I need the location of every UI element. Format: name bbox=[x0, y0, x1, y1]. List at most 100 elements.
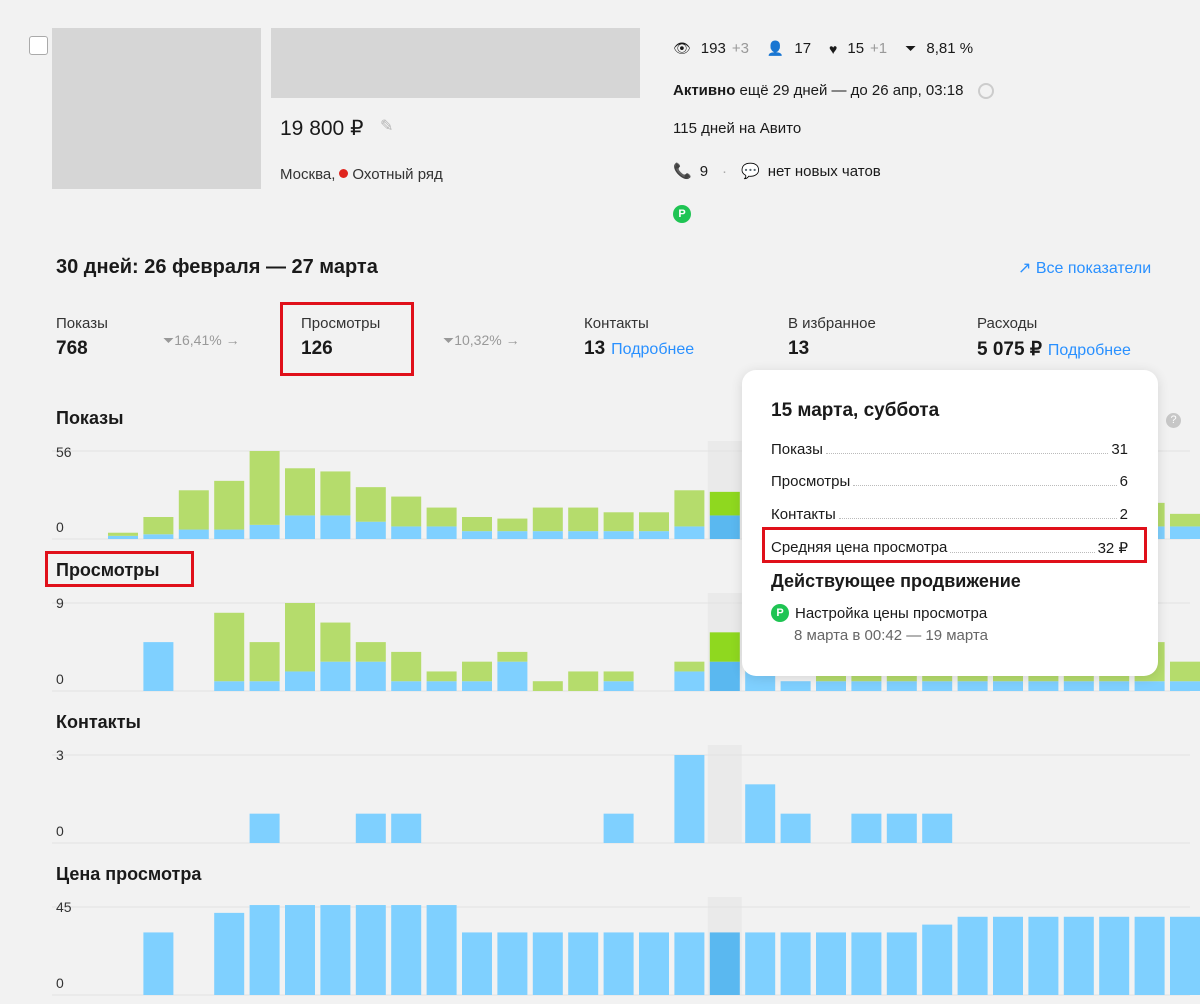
bar[interactable] bbox=[1099, 916, 1130, 995]
bar[interactable] bbox=[143, 642, 174, 691]
bar[interactable] bbox=[1170, 526, 1200, 539]
bar[interactable] bbox=[922, 924, 953, 995]
bar[interactable] bbox=[674, 671, 705, 691]
bar[interactable] bbox=[709, 491, 740, 516]
bar[interactable] bbox=[568, 932, 599, 995]
bar[interactable] bbox=[674, 932, 705, 995]
bar[interactable] bbox=[108, 535, 138, 539]
bar[interactable] bbox=[709, 932, 740, 995]
bar[interactable] bbox=[426, 526, 457, 539]
bar[interactable] bbox=[532, 507, 563, 532]
bar[interactable] bbox=[497, 651, 528, 662]
bar[interactable] bbox=[249, 524, 280, 539]
bar[interactable] bbox=[639, 531, 669, 539]
bar[interactable] bbox=[143, 534, 174, 539]
bar[interactable] bbox=[391, 651, 422, 682]
bar[interactable] bbox=[922, 813, 953, 843]
bar[interactable] bbox=[568, 671, 599, 691]
bar[interactable] bbox=[143, 932, 174, 995]
bar[interactable] bbox=[851, 681, 882, 691]
bar[interactable] bbox=[993, 681, 1023, 691]
bar[interactable] bbox=[355, 905, 386, 995]
bar[interactable] bbox=[1134, 681, 1165, 691]
bar[interactable] bbox=[957, 916, 988, 995]
bar[interactable] bbox=[355, 487, 386, 522]
bar[interactable] bbox=[816, 932, 846, 995]
bar[interactable] bbox=[355, 661, 386, 691]
bar[interactable] bbox=[674, 490, 705, 527]
bar[interactable] bbox=[285, 515, 315, 539]
bar[interactable] bbox=[957, 681, 988, 691]
bar[interactable] bbox=[603, 681, 634, 691]
bar[interactable] bbox=[603, 512, 634, 532]
bar[interactable] bbox=[709, 515, 740, 539]
bar[interactable] bbox=[922, 681, 953, 691]
bar[interactable] bbox=[1170, 916, 1200, 995]
bar[interactable] bbox=[391, 496, 422, 527]
bar[interactable] bbox=[532, 681, 563, 691]
bar[interactable] bbox=[780, 813, 811, 843]
bar[interactable] bbox=[674, 526, 705, 539]
bar[interactable] bbox=[639, 512, 669, 532]
bar[interactable] bbox=[639, 932, 669, 995]
bar[interactable] bbox=[1063, 916, 1094, 995]
bar[interactable] bbox=[320, 905, 351, 995]
bar[interactable] bbox=[497, 531, 528, 539]
bar[interactable] bbox=[462, 517, 492, 532]
bar[interactable] bbox=[214, 912, 245, 995]
bar[interactable] bbox=[993, 916, 1023, 995]
bar[interactable] bbox=[426, 905, 457, 995]
bar[interactable] bbox=[568, 507, 599, 532]
bar[interactable] bbox=[1170, 513, 1200, 527]
bar[interactable] bbox=[320, 471, 351, 516]
bar[interactable] bbox=[285, 671, 315, 691]
bar[interactable] bbox=[426, 681, 457, 691]
bar[interactable] bbox=[320, 661, 351, 691]
bar[interactable] bbox=[108, 532, 138, 536]
bar[interactable] bbox=[851, 932, 882, 995]
bar[interactable] bbox=[886, 681, 917, 691]
bar[interactable] bbox=[603, 932, 634, 995]
bar[interactable] bbox=[249, 813, 280, 843]
bar[interactable] bbox=[320, 515, 351, 539]
bar[interactable] bbox=[1170, 681, 1200, 691]
bar[interactable] bbox=[886, 813, 917, 843]
bar[interactable] bbox=[178, 490, 209, 530]
bar[interactable] bbox=[143, 517, 174, 535]
bar[interactable] bbox=[391, 681, 422, 691]
bar[interactable] bbox=[249, 642, 280, 682]
bar[interactable] bbox=[214, 681, 245, 691]
bar[interactable] bbox=[497, 518, 528, 532]
bar[interactable] bbox=[426, 507, 457, 527]
bar[interactable] bbox=[780, 932, 811, 995]
bar[interactable] bbox=[674, 661, 705, 672]
bar[interactable] bbox=[214, 480, 245, 530]
bar[interactable] bbox=[780, 681, 811, 691]
bar[interactable] bbox=[285, 905, 315, 995]
help-icon[interactable]: ? bbox=[1166, 413, 1181, 428]
bar[interactable] bbox=[603, 531, 634, 539]
bar[interactable] bbox=[249, 451, 280, 525]
bar[interactable] bbox=[816, 681, 846, 691]
bar[interactable] bbox=[462, 681, 492, 691]
bar[interactable] bbox=[462, 531, 492, 539]
bar[interactable] bbox=[603, 813, 634, 843]
bar[interactable] bbox=[391, 526, 422, 539]
bar[interactable] bbox=[1134, 916, 1165, 995]
bar[interactable] bbox=[355, 642, 386, 662]
bar[interactable] bbox=[1028, 681, 1059, 691]
bar[interactable] bbox=[568, 531, 599, 539]
bar[interactable] bbox=[285, 603, 315, 672]
bar[interactable] bbox=[285, 468, 315, 516]
bar[interactable] bbox=[851, 813, 882, 843]
bar[interactable] bbox=[1028, 916, 1059, 995]
bar[interactable] bbox=[426, 671, 457, 682]
bar[interactable] bbox=[1099, 681, 1130, 691]
bar[interactable] bbox=[214, 612, 245, 682]
bar[interactable] bbox=[391, 905, 422, 995]
bar[interactable] bbox=[709, 661, 740, 691]
bar[interactable] bbox=[462, 932, 492, 995]
bar[interactable] bbox=[532, 932, 563, 995]
bar[interactable] bbox=[249, 681, 280, 691]
bar[interactable] bbox=[1063, 681, 1094, 691]
